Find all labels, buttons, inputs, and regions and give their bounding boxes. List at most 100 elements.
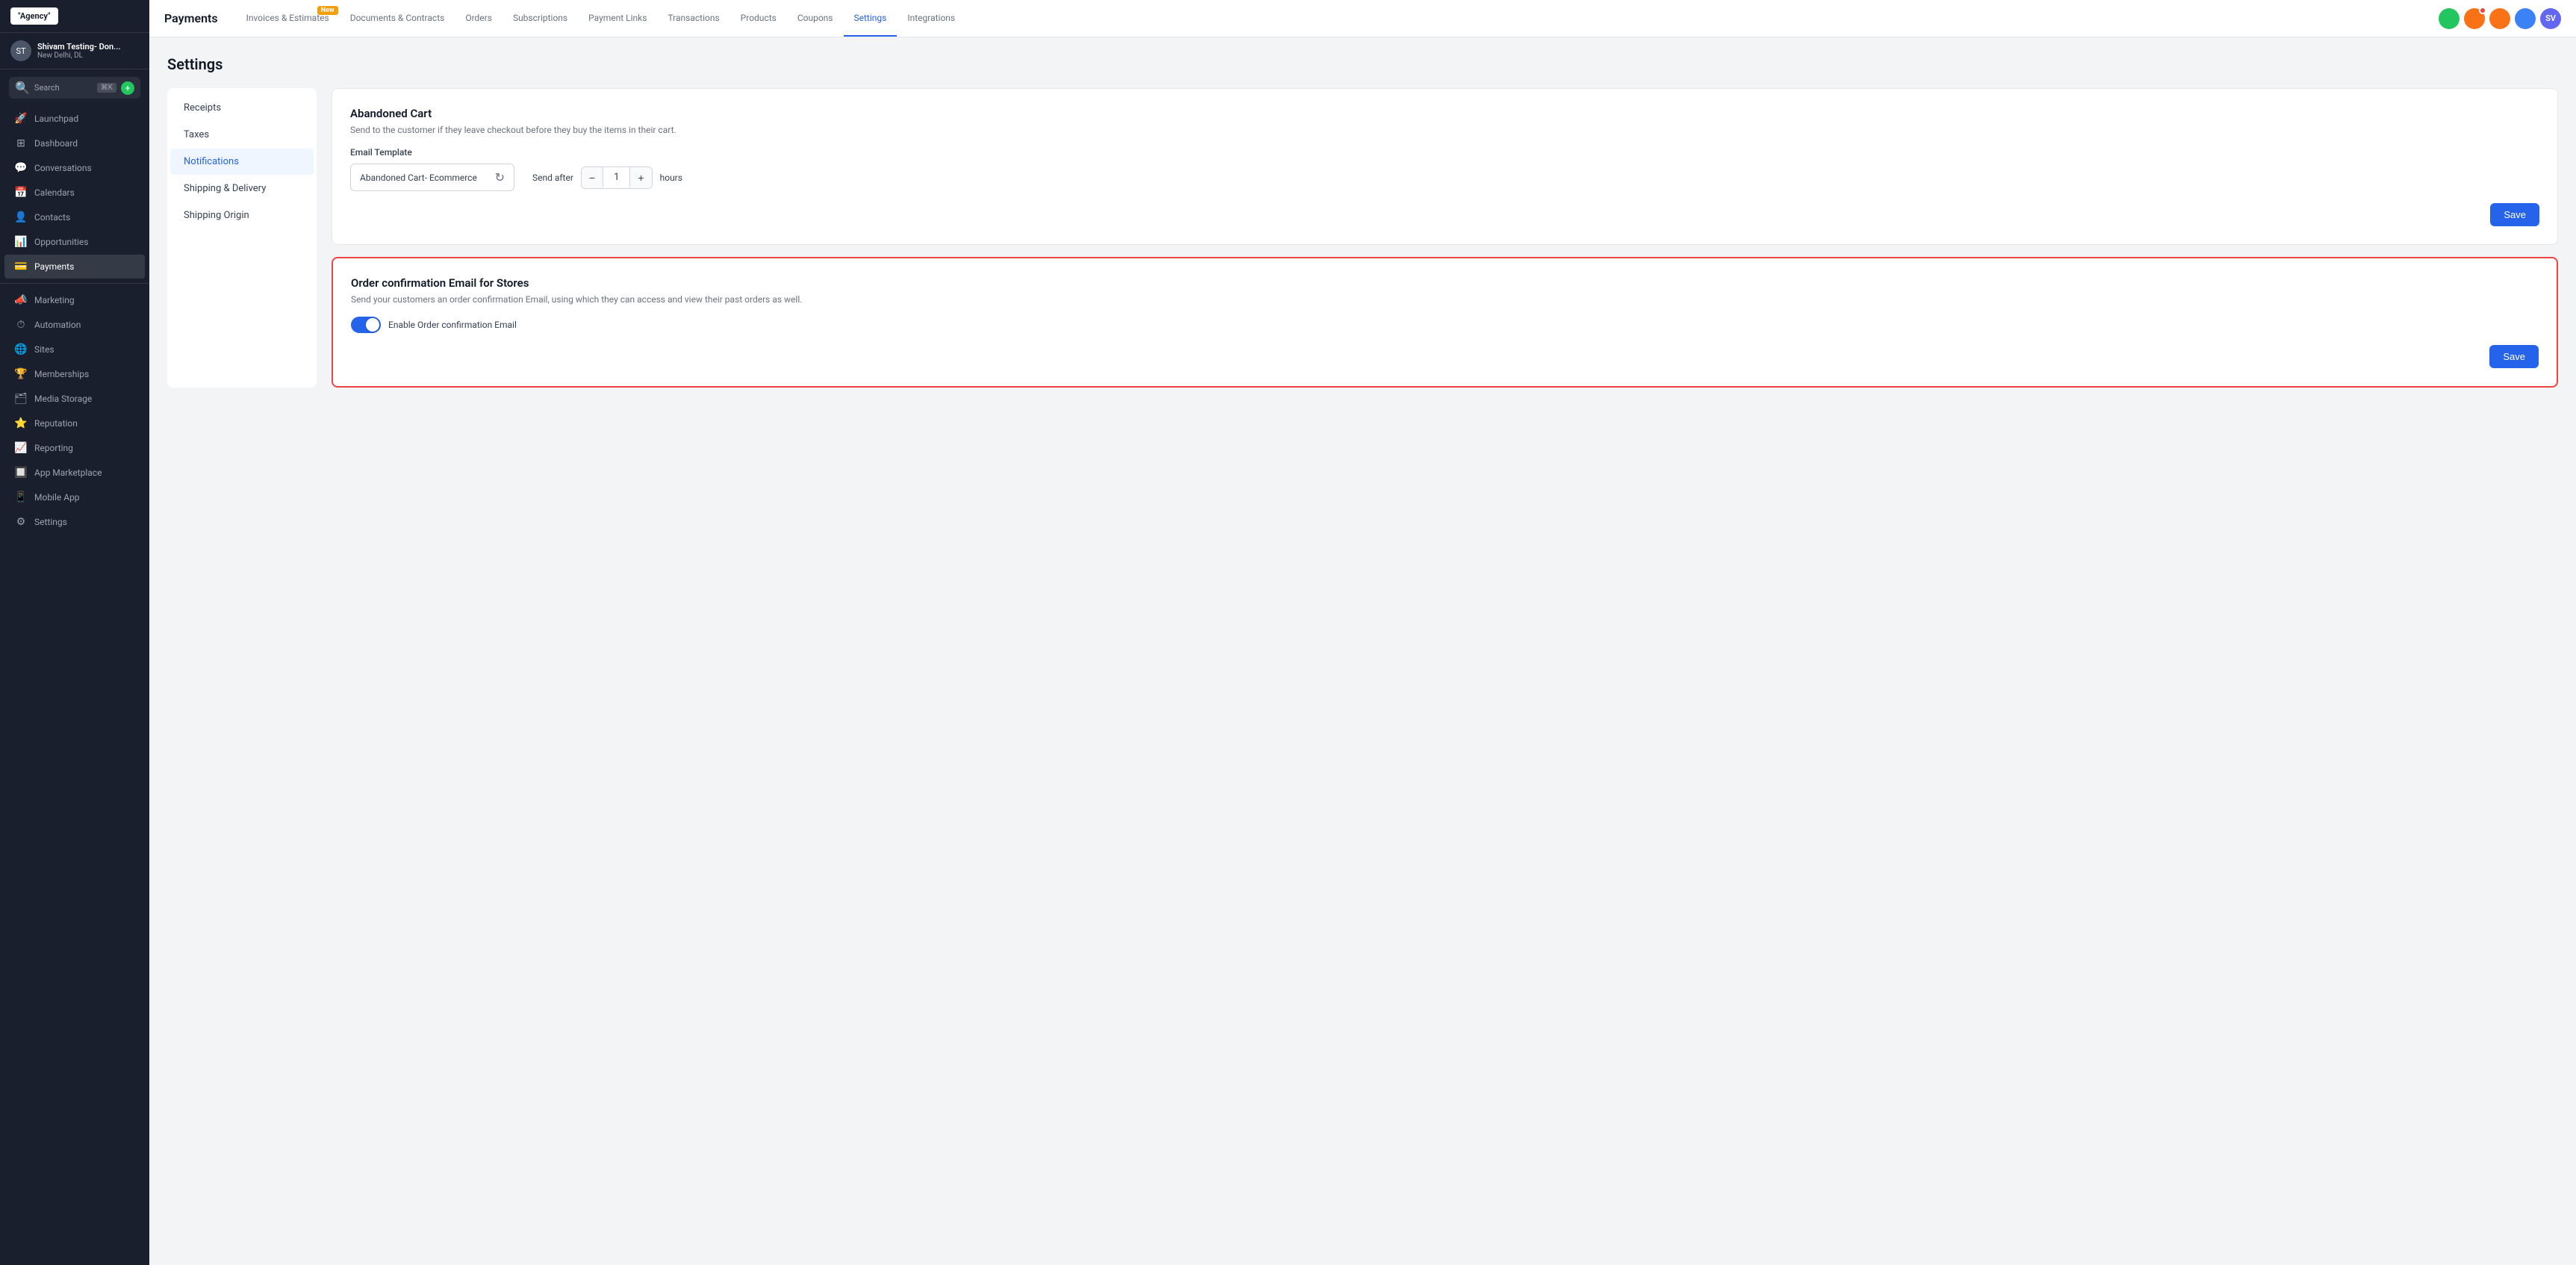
template-select-value: Abandoned Cart- Ecommerce: [360, 172, 489, 183]
topbar-tabs: Invoices & EstimatesNewDocuments & Contr…: [236, 0, 2439, 37]
sidebar-item-payments[interactable]: 💳 Payments: [4, 255, 145, 279]
sidebar-item-dashboard[interactable]: ⊞ Dashboard: [4, 131, 145, 155]
calendars-icon: 📅: [15, 187, 27, 199]
sidebar-user: ST Shivam Testing- Don... New Delhi, DL: [0, 33, 149, 69]
settings-icon: ⚙: [15, 516, 27, 528]
top-avatar-1[interactable]: [2464, 8, 2485, 29]
opportunities-icon: 📊: [15, 236, 27, 248]
search-shortcut: ⌘K: [97, 83, 116, 93]
marketing-icon: 📣: [15, 294, 27, 306]
sidebar-item-media-storage[interactable]: 🗂 Media Storage: [4, 387, 145, 411]
sidebar: "Agency" ST Shivam Testing- Don... New D…: [0, 0, 149, 1265]
sidebar-item-mobile-app[interactable]: 📱 Mobile App: [4, 485, 145, 509]
top-avatar-4[interactable]: SV: [2540, 8, 2561, 29]
reputation-icon: ⭐: [15, 417, 27, 429]
top-avatar-2[interactable]: [2489, 8, 2510, 29]
main-content: Payments Invoices & EstimatesNewDocument…: [149, 0, 2576, 1265]
abandoned-cart-title: Abandoned Cart: [350, 107, 2539, 120]
tab-transactions[interactable]: Transactions: [657, 0, 729, 37]
hours-label: hours: [660, 172, 682, 183]
media-storage-icon: 🗂: [15, 393, 27, 405]
settings-main-panel: Abandoned Cart Send to the customer if t…: [332, 88, 2558, 388]
tab-invoices[interactable]: Invoices & EstimatesNew: [236, 0, 340, 37]
hours-stepper: − 1 +: [581, 167, 653, 189]
nav-divider: [0, 283, 149, 284]
tab-subscriptions[interactable]: Subscriptions: [503, 0, 578, 37]
settings-nav-shipping-delivery[interactable]: Shipping & Delivery: [170, 175, 314, 202]
sidebar-item-label: App Marketplace: [34, 467, 102, 478]
order-confirmation-title: Order confirmation Email for Stores: [351, 276, 2539, 290]
order-confirmation-save-button[interactable]: Save: [2489, 345, 2539, 368]
sidebar-logo: "Agency": [0, 0, 149, 33]
send-after-label: Send after: [532, 172, 573, 183]
sidebar-item-app-marketplace[interactable]: 🔲 App Marketplace: [4, 461, 145, 485]
top-avatar-0[interactable]: [2439, 8, 2460, 29]
sidebar-item-launchpad[interactable]: 🚀 Launchpad: [4, 107, 145, 131]
settings-nav-taxes[interactable]: Taxes: [170, 122, 314, 148]
settings-sidebar: ReceiptsTaxesNotificationsShipping & Del…: [167, 88, 317, 388]
tab-coupons[interactable]: Coupons: [787, 0, 844, 37]
user-location: New Delhi, DL: [37, 52, 139, 60]
settings-nav-receipts[interactable]: Receipts: [170, 95, 314, 121]
sidebar-item-automation[interactable]: ⏱ Automation: [4, 313, 145, 337]
memberships-icon: 🏆: [15, 368, 27, 380]
tab-documents[interactable]: Documents & Contracts: [340, 0, 455, 37]
settings-nav-shipping-origin[interactable]: Shipping Origin: [170, 202, 314, 229]
top-avatar-3[interactable]: [2515, 8, 2536, 29]
tab-settings[interactable]: Settings: [844, 0, 897, 37]
avatar-initials: ST: [16, 46, 25, 56]
sidebar-item-conversations[interactable]: 💬 Conversations: [4, 156, 145, 180]
tab-products[interactable]: Products: [730, 0, 787, 37]
abandoned-cart-save-button[interactable]: Save: [2490, 203, 2539, 226]
email-template-select[interactable]: Abandoned Cart- Ecommerce ↻: [350, 164, 514, 191]
sidebar-item-label: Contacts: [34, 212, 70, 223]
sidebar-item-label: Reputation: [34, 418, 78, 429]
sidebar-item-settings[interactable]: ⚙ Settings: [4, 510, 145, 534]
order-confirmation-toggle[interactable]: [351, 317, 381, 333]
payments-icon: 💳: [15, 261, 27, 273]
sidebar-item-label: Payments: [34, 261, 74, 272]
abandoned-cart-card: Abandoned Cart Send to the customer if t…: [332, 88, 2558, 245]
sidebar-item-opportunities[interactable]: 📊 Opportunities: [4, 230, 145, 254]
sidebar-item-label: Calendars: [34, 187, 75, 198]
sidebar-item-label: Marketing: [34, 295, 75, 305]
dashboard-icon: ⊞: [15, 137, 27, 149]
sidebar-item-reporting[interactable]: 📈 Reporting: [4, 436, 145, 460]
sidebar-item-memberships[interactable]: 🏆 Memberships: [4, 362, 145, 386]
sidebar-item-label: Automation: [34, 320, 81, 330]
page-title: Settings: [167, 55, 2558, 73]
sidebar-item-label: Reporting: [34, 443, 73, 453]
avatar: ST: [10, 40, 31, 61]
sidebar-item-contacts[interactable]: 👤 Contacts: [4, 205, 145, 229]
stepper-decrement[interactable]: −: [582, 167, 603, 188]
tab-integrations[interactable]: Integrations: [897, 0, 965, 37]
sidebar-nav: 🚀 Launchpad ⊞ Dashboard 💬 Conversations …: [0, 106, 149, 535]
automation-icon: ⏱: [15, 319, 27, 331]
stepper-increment[interactable]: +: [630, 167, 651, 188]
search-bar[interactable]: 🔍 Search ⌘K +: [9, 77, 140, 99]
sidebar-item-label: Launchpad: [34, 114, 78, 124]
sidebar-item-label: Settings: [34, 517, 67, 527]
sidebar-item-label: Dashboard: [34, 138, 78, 149]
app-marketplace-icon: 🔲: [15, 467, 27, 479]
add-button[interactable]: +: [121, 81, 134, 95]
sidebar-item-sites[interactable]: 🌐 Sites: [4, 338, 145, 361]
agency-badge: "Agency": [10, 7, 58, 25]
email-template-row: Abandoned Cart- Ecommerce ↻ Send after −…: [350, 164, 2539, 191]
sidebar-item-reputation[interactable]: ⭐ Reputation: [4, 411, 145, 435]
toggle-label: Enable Order confirmation Email: [388, 320, 517, 330]
order-confirmation-card: Order confirmation Email for Stores Send…: [332, 257, 2558, 388]
sidebar-item-label: Conversations: [34, 163, 92, 173]
tab-payment-links[interactable]: Payment Links: [578, 0, 657, 37]
send-after-row: Send after − 1 + hours: [532, 167, 682, 189]
abandoned-cart-desc: Send to the customer if they leave check…: [350, 125, 2539, 135]
order-confirmation-desc: Send your customers an order confirmatio…: [351, 294, 2539, 305]
sidebar-item-marketing[interactable]: 📣 Marketing: [4, 288, 145, 312]
tab-orders[interactable]: Orders: [455, 0, 503, 37]
mobile-app-icon: 📱: [15, 491, 27, 503]
sidebar-item-calendars[interactable]: 📅 Calendars: [4, 181, 145, 205]
settings-nav-notifications[interactable]: Notifications: [170, 149, 314, 175]
sites-icon: 🌐: [15, 344, 27, 355]
user-name: Shivam Testing- Don...: [37, 42, 139, 52]
topbar-title: Payments: [164, 11, 218, 25]
